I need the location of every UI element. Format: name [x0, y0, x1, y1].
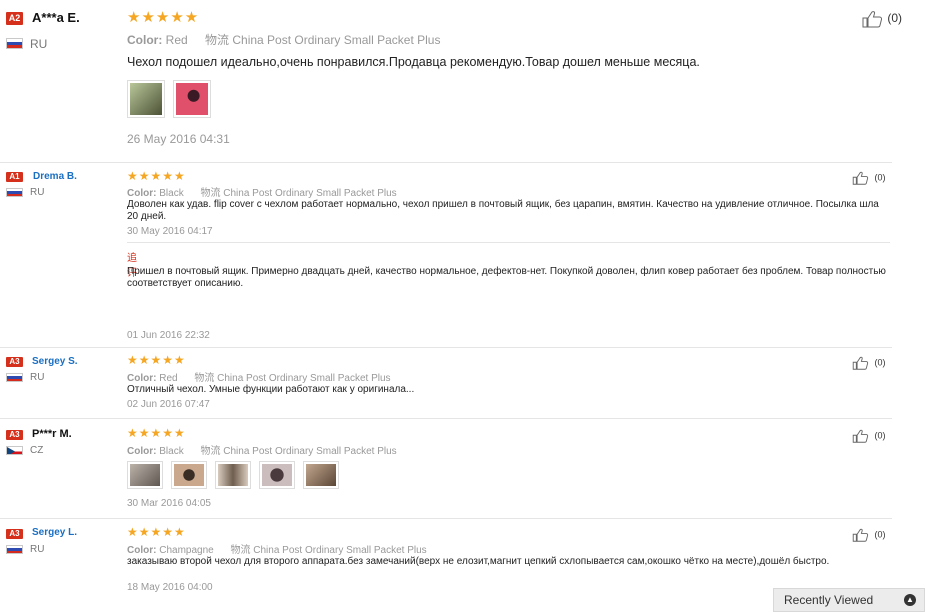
- order-info: Color: Red 物流 China Post Ordinary Small …: [127, 369, 391, 384]
- recently-viewed-label: Recently Viewed: [784, 593, 874, 607]
- reviewer-country: RU: [30, 544, 45, 555]
- review-divider: [0, 518, 892, 519]
- review-text: Отличный чехол. Умные функции работают к…: [127, 384, 415, 395]
- helpful-button[interactable]: (0): [850, 171, 886, 185]
- review-text: Доволен как удав. flip cover с чехлом ра…: [127, 199, 879, 222]
- review-photos: [127, 461, 339, 489]
- review-photo[interactable]: [259, 461, 295, 489]
- color-label: Color:: [127, 373, 157, 384]
- color-value: Red: [165, 33, 188, 47]
- color-label: Color:: [127, 446, 157, 457]
- buyer-level-badge: A3: [6, 529, 23, 539]
- review-photo[interactable]: [215, 461, 251, 489]
- buyer-level-badge: A2: [6, 12, 23, 25]
- review-date: 30 May 2016 04:17: [127, 226, 213, 237]
- review-date: 30 Mar 2016 04:05: [127, 498, 211, 509]
- additional-review-divider: [127, 242, 890, 243]
- reviewer-name[interactable]: Drema B.: [33, 171, 77, 182]
- helpful-button[interactable]: (0): [850, 528, 886, 542]
- rating-stars: ★★★★★: [127, 353, 186, 367]
- review-divider: [0, 418, 892, 419]
- helpful-button[interactable]: (0): [862, 10, 902, 28]
- helpful-button[interactable]: (0): [850, 356, 886, 370]
- color-label: Color:: [127, 545, 157, 556]
- reviewer-country: RU: [30, 37, 48, 51]
- helpful-count: (0): [874, 357, 886, 368]
- review-photo[interactable]: [173, 80, 211, 118]
- review-text: заказываю второй чехол для второго аппар…: [127, 556, 830, 567]
- reviewer-name[interactable]: Sergey L.: [32, 527, 77, 538]
- reviewer-country: RU: [30, 372, 45, 383]
- order-info: Color: Red 物流 China Post Ordinary Small …: [127, 31, 440, 48]
- buyer-level-badge: A1: [6, 172, 23, 182]
- color-value: Champagne: [159, 545, 214, 556]
- color-value: Black: [159, 188, 184, 199]
- order-info: Color: Black 物流 China Post Ordinary Smal…: [127, 184, 397, 199]
- shipping-method: 物流 China Post Ordinary Small Packet Plus: [200, 446, 397, 457]
- reviewer-name: A***a E.: [32, 10, 80, 25]
- review-photos: [127, 80, 211, 118]
- review-text: Чехол подошел идеально,очень понравился.…: [127, 55, 700, 69]
- helpful-count: (0): [874, 529, 886, 540]
- review-photo[interactable]: [303, 461, 339, 489]
- buyer-level-badge: A3: [6, 357, 23, 367]
- russia-flag-icon: [6, 38, 23, 49]
- shipping-method: 物流 China Post Ordinary Small Packet Plus: [230, 545, 427, 556]
- recently-viewed-button[interactable]: Recently Viewed ▲: [773, 588, 925, 612]
- reviewer-country: CZ: [30, 445, 44, 456]
- shipping-method: 物流 China Post Ordinary Small Packet Plus: [200, 188, 397, 199]
- review-date: 02 Jun 2016 07:47: [127, 399, 210, 410]
- helpful-count: (0): [874, 430, 886, 441]
- russia-flag-icon: [6, 373, 23, 382]
- russia-flag-icon: [6, 188, 23, 197]
- color-value: Red: [159, 373, 178, 384]
- rating-stars: ★★★★★: [127, 426, 186, 440]
- review-photo[interactable]: [171, 461, 207, 489]
- color-value: Black: [159, 446, 184, 457]
- reviewer-name: P***r M.: [32, 428, 72, 440]
- review-date: 18 May 2016 04:00: [127, 582, 213, 593]
- review-divider: [0, 347, 892, 348]
- color-label: Color:: [127, 188, 157, 199]
- order-info: Color: Black 物流 China Post Ordinary Smal…: [127, 442, 397, 457]
- buyer-level-badge: A3: [6, 430, 23, 440]
- thumbs-up-icon: [852, 171, 869, 185]
- thumbs-up-icon: [862, 11, 883, 28]
- thumbs-up-icon: [852, 528, 869, 542]
- review-photo[interactable]: [127, 80, 165, 118]
- thumbs-up-icon: [852, 356, 869, 370]
- review-date: 26 May 2016 04:31: [127, 132, 230, 146]
- review-divider: [0, 162, 892, 163]
- thumbs-up-icon: [852, 429, 869, 443]
- rating-stars: ★★★★★: [127, 169, 186, 183]
- reviewer-country: RU: [30, 187, 45, 198]
- order-info: Color: Champagne 物流 China Post Ordinary …: [127, 541, 427, 556]
- shipping-method: 物流 China Post Ordinary Small Packet Plus: [205, 33, 441, 47]
- shipping-method: 物流 China Post Ordinary Small Packet Plus: [194, 373, 391, 384]
- chevron-up-icon: ▲: [904, 594, 916, 606]
- helpful-count: (0): [887, 11, 903, 26]
- additional-review-date: 01 Jun 2016 22:32: [127, 330, 210, 341]
- helpful-count: (0): [874, 172, 886, 183]
- helpful-button[interactable]: (0): [850, 429, 886, 443]
- color-label: Color:: [127, 33, 163, 47]
- rating-stars: ★★★★★: [127, 9, 200, 26]
- additional-review-text: Пришел в почтовый ящик. Примерно двадцат…: [127, 266, 886, 289]
- czech-flag-icon: [6, 446, 23, 455]
- review-photo[interactable]: [127, 461, 163, 489]
- reviewer-name[interactable]: Sergey S.: [32, 356, 78, 367]
- russia-flag-icon: [6, 545, 23, 554]
- rating-stars: ★★★★★: [127, 525, 186, 539]
